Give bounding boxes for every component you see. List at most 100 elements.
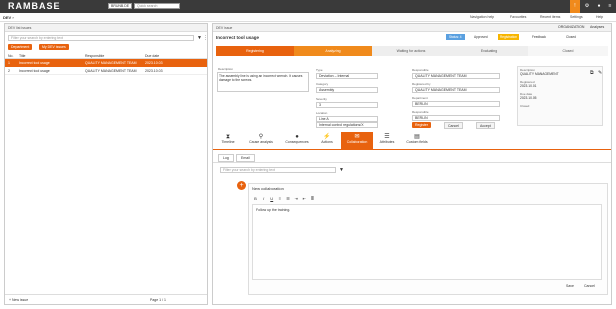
tab-label: Collaboration [346,140,368,144]
app-logo[interactable]: RAMBASE [8,1,61,11]
responsible-team-field[interactable]: QUALITY MANAGEMENT TEAM [412,73,500,79]
breadcrumb[interactable]: DEV › [3,15,14,20]
tab-consequences[interactable]: ● Consequences [281,132,313,150]
table-row[interactable]: 1 Incorrect tool usage QUALITY MANAGEMEN… [5,59,207,67]
align-icon[interactable]: ≡ [276,195,283,203]
subtab-log[interactable]: Log [218,154,234,162]
editor-toolbar: B I U ≡ ☰ ⇥ ⇤ ≣ [252,195,316,203]
my-issues-button[interactable]: My DEV issues [39,44,69,50]
header-link-settings[interactable]: Settings [570,15,583,19]
filter-icon[interactable]: ▼ [339,167,344,173]
category-label: Category [316,82,329,86]
header-link-help[interactable]: Help [596,15,603,19]
bullet-list-icon[interactable]: ☰ [285,195,292,203]
step-registering[interactable]: Registering [216,46,294,56]
issue-title[interactable]: Incorrect tool usage [216,35,259,40]
user-icon[interactable]: ● [594,0,604,13]
new-issue-button[interactable]: + New issue [9,297,28,303]
list-icon[interactable]: ≣ [309,195,316,203]
accept-button[interactable]: Accept [476,122,495,129]
department-button[interactable]: Department [8,44,33,50]
outdent-icon[interactable]: ⇤ [301,195,308,203]
tab-cause-analysis[interactable]: ⚲ Cause analysis [245,132,277,150]
subtab-email[interactable]: Email [236,154,255,162]
row-title: Incorrect tool usage [19,69,50,73]
tab-attributes[interactable]: ☰ Attributes [375,132,399,150]
tab-collaboration[interactable]: ✉ Collaboration [341,132,373,150]
note-title: New collaboration [252,186,284,191]
department-field[interactable]: BERLIN [412,101,500,107]
fields-icon: ▤ [414,134,420,140]
step-closed[interactable]: Closed [528,46,608,56]
analysis-icon: ⚲ [258,134,264,140]
registered-by-field[interactable]: QUALITY MANAGEMENT TEAM [412,87,500,93]
row-no: 2 [8,69,10,73]
tab-actions[interactable]: ⚡ Actions [315,132,339,150]
chat-icon: ✉ [354,134,360,140]
timeline-icon: ⧗ [225,134,231,140]
table-row[interactable]: 2 Incorrect tool usage QUALITY MANAGEMEN… [5,67,207,75]
attributes-icon: ☰ [384,134,390,140]
tab-label: Attributes [379,140,395,144]
severity-field[interactable]: 3 [316,102,378,108]
tab-bar: ⧗ Timeline ⚲ Cause analysis ● Consequences … [213,132,611,150]
register-button[interactable]: Register [412,122,432,128]
bell-icon[interactable]: ! [570,0,580,13]
responsible2-label: Responsible [412,110,429,114]
filter-icon[interactable]: ▼ [197,35,202,41]
tab-custom-fields[interactable]: ▤ Custom fields [401,132,433,150]
badge-closed[interactable]: Closed [566,35,576,39]
copy-icon[interactable]: ⧉ [590,70,594,76]
bold-icon[interactable]: B [252,195,259,203]
top-bar [0,0,616,13]
badge-feedback[interactable]: Feedback [532,35,546,39]
status-badge: Status: 4 [446,34,465,40]
edit-icon[interactable]: ✎ [598,70,602,76]
step-evaluating[interactable]: Evaluating [450,46,528,56]
underline-icon[interactable]: U [268,195,275,203]
subtab-divider [213,162,611,163]
note-textarea[interactable]: Follow up the training. [252,204,602,280]
issue-list-panel: DEV list issues Filter your search by en… [4,23,208,305]
italic-icon[interactable]: I [260,195,267,203]
quick-search-input[interactable]: Quick search [134,3,180,9]
issue-search-input[interactable]: Filter your search by entering text [8,35,194,41]
type-field[interactable]: Deviation – Internal [316,73,378,79]
save-button[interactable]: Save [566,284,574,288]
indent-icon[interactable]: ⇥ [293,195,300,203]
tab-label: Cause analysis [249,140,273,144]
collab-search-input[interactable]: Filter your search by entering text [220,167,336,173]
header-link-recent[interactable]: Recent items [540,15,560,19]
registered-by-label: Registered by [412,82,431,86]
cancel-note-button[interactable]: Cancel [584,284,595,288]
badge-registration[interactable]: Registration [498,34,520,40]
responsible2-field[interactable]: BERLIN [412,115,500,121]
row-date: 2023.10.03 [145,61,163,65]
settings-icon[interactable]: ⚙ [582,0,592,13]
header-link-fav[interactable]: Favourites [510,15,526,19]
workflow-steps: Registering Analyzing Waiting for action… [216,46,608,56]
responsible-field[interactable]: Internal control regulations/X [316,122,378,128]
warning-icon: ● [295,134,299,140]
row-title: Incorrect tool usage [19,61,50,65]
tab-label: Custom fields [406,140,428,144]
org-link[interactable]: ORGANIZATION [558,25,584,29]
step-waiting[interactable]: Waiting for actions [372,46,450,56]
badge-approved[interactable]: Approved [474,35,488,39]
pagination[interactable]: Page 1 / 1 [150,297,166,303]
detail-header: DEV issue [213,24,611,32]
row-responsible: QUALITY MANAGEMENT TEAM [85,69,137,73]
more-icon[interactable]: ⋮ [203,35,208,41]
company-select[interactable]: BRUNB.DE [108,3,132,9]
add-note-icon[interactable]: + [237,181,246,190]
category-field[interactable]: Assembly [316,87,378,93]
header-link-nav[interactable]: Navigation help [470,15,494,19]
cancel-button[interactable]: Cancel [444,122,463,129]
tab-label: Actions [321,140,333,144]
tab-timeline[interactable]: ⧗ Timeline [216,132,240,150]
menu-icon[interactable]: ≡ [605,0,615,13]
location-label: Location [316,111,328,115]
description-field[interactable]: The assembly line is using an incorrect … [217,72,309,92]
step-analyzing[interactable]: Analyzing [294,46,372,56]
analyses-link[interactable]: Analyses [590,25,604,29]
